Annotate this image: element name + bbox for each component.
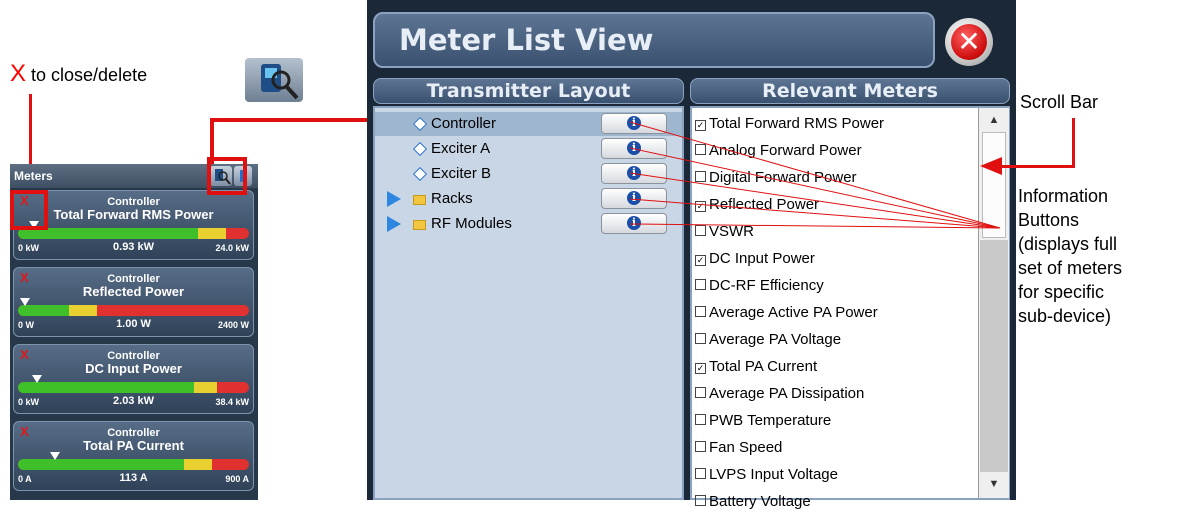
scroll-bar-annotation: Scroll Bar bbox=[1020, 92, 1099, 112]
scroll-annotation-arrowhead bbox=[980, 157, 1002, 175]
scroll-annotation-line-v bbox=[1072, 118, 1075, 168]
info-annotation-line: Buttons bbox=[1018, 210, 1080, 230]
info-annotation-line: sub-device) bbox=[1018, 306, 1112, 326]
info-callout-lines bbox=[629, 121, 1001, 229]
info-annotation-line: for specific bbox=[1018, 282, 1105, 302]
info-annotation-line: (displays full bbox=[1018, 234, 1118, 254]
info-annotation-line: Information bbox=[1018, 186, 1109, 206]
info-annotation-line: set of meters bbox=[1018, 258, 1123, 278]
scroll-annotation-line-h bbox=[1000, 165, 1075, 168]
info-buttons-annotation: Information Buttons (displays full set of m… bbox=[1018, 184, 1122, 328]
